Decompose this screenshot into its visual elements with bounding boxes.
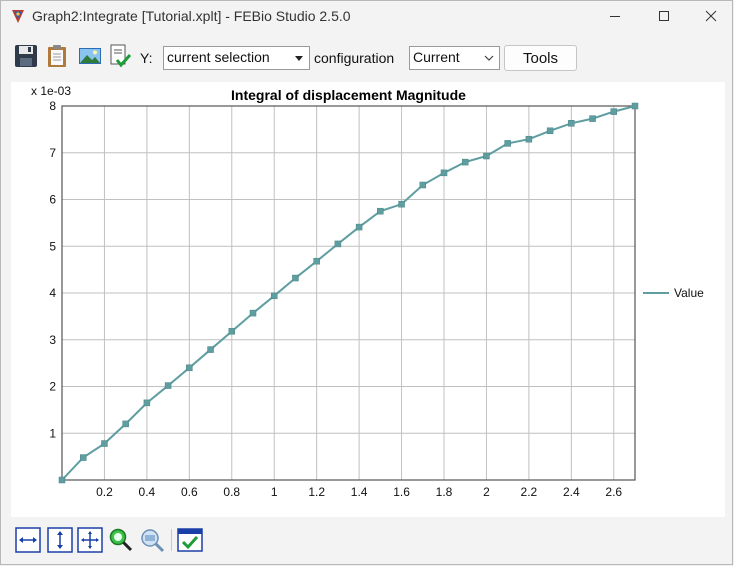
zoom-reset-icon[interactable] bbox=[139, 527, 165, 553]
data-point[interactable] bbox=[589, 115, 596, 122]
data-point[interactable] bbox=[164, 382, 172, 389]
data-point[interactable] bbox=[398, 200, 405, 208]
x-tick-label: 0.4 bbox=[139, 485, 156, 499]
minimize-icon bbox=[610, 16, 620, 17]
x-tick-label: 1.4 bbox=[351, 485, 368, 499]
data-point[interactable] bbox=[504, 140, 511, 147]
x-tick-label: 2.6 bbox=[605, 485, 622, 499]
bottom-toolbar bbox=[1, 525, 732, 557]
y-tick-label: 3 bbox=[49, 333, 56, 347]
x-tick-label: 1.6 bbox=[393, 485, 410, 499]
data-point[interactable] bbox=[355, 223, 363, 231]
fit-height-icon[interactable] bbox=[47, 527, 73, 553]
data-point[interactable] bbox=[143, 399, 151, 407]
data-point[interactable] bbox=[228, 328, 236, 335]
legend-label-value: Value bbox=[674, 286, 704, 300]
x-tick-label: 1.8 bbox=[436, 485, 453, 499]
x-tick-label: 0.2 bbox=[96, 485, 113, 499]
data-point[interactable] bbox=[292, 274, 299, 282]
y-tick-label: 5 bbox=[49, 239, 56, 253]
graph-toolbar: Y: current selection configuration Curre… bbox=[1, 39, 732, 77]
y-tick-label: 4 bbox=[49, 286, 56, 300]
x-tick-label: 0.8 bbox=[223, 485, 240, 499]
integral-chart[interactable]: 0.2 0.4 0.6 0.8 1 1.2 1.4 1.6 1.8 2 2.2 2.4 2.6 1 2 3 4 5… bbox=[11, 82, 725, 517]
configuration-label: configuration bbox=[314, 50, 395, 66]
data-point[interactable] bbox=[334, 240, 342, 248]
x-tick-label: 1 bbox=[271, 485, 278, 499]
zoom-icon[interactable] bbox=[108, 527, 134, 553]
plot-panel[interactable]: 0.2 0.4 0.6 0.8 1 1.2 1.4 1.6 1.8 2 2.2 2.4 2.6 1 2 3 4 5… bbox=[11, 82, 725, 517]
graph-window: Graph2:Integrate [Tutorial.xplt] - FEBio… bbox=[0, 0, 733, 565]
configuration-select[interactable]: Current bbox=[409, 46, 500, 70]
maximize-button[interactable] bbox=[641, 1, 687, 31]
data-point[interactable] bbox=[79, 454, 87, 461]
data-point[interactable] bbox=[461, 158, 469, 166]
data-point[interactable] bbox=[101, 440, 108, 447]
chart-title: Integral of displacement Magnitude bbox=[231, 87, 466, 103]
x-tick-label: 2 bbox=[483, 485, 490, 499]
x-tick-label: 2.4 bbox=[563, 485, 580, 499]
data-point[interactable] bbox=[610, 108, 618, 115]
data-point[interactable] bbox=[313, 257, 320, 265]
y-label: Y: bbox=[140, 50, 153, 66]
y-tick-label: 1 bbox=[49, 426, 56, 440]
tools-button[interactable]: Tools bbox=[504, 45, 577, 71]
data-point[interactable] bbox=[568, 120, 575, 127]
close-icon bbox=[705, 10, 717, 22]
y-tick-label: 2 bbox=[49, 380, 56, 394]
data-point[interactable] bbox=[58, 476, 66, 484]
clipboard-icon[interactable] bbox=[46, 44, 70, 68]
settings-check-icon[interactable] bbox=[177, 527, 203, 553]
document-check-icon[interactable] bbox=[108, 44, 132, 68]
y-data-select-value: current selection bbox=[167, 49, 270, 65]
configuration-select-value: Current bbox=[413, 49, 460, 65]
dropdown-arrow-icon bbox=[295, 56, 303, 61]
save-icon[interactable] bbox=[14, 44, 38, 68]
data-point[interactable] bbox=[631, 102, 639, 110]
febio-app-icon bbox=[12, 10, 24, 23]
title-bar[interactable]: Graph2:Integrate [Tutorial.xplt] - FEBio… bbox=[1, 1, 732, 33]
y-tick-label: 8 bbox=[49, 99, 56, 113]
y-multiplier-label: x 1e-03 bbox=[31, 84, 71, 98]
data-point[interactable] bbox=[270, 292, 278, 300]
x-tick-label: 1.2 bbox=[308, 485, 325, 499]
fit-all-icon[interactable] bbox=[77, 527, 103, 553]
minimize-button[interactable] bbox=[592, 1, 638, 31]
data-point[interactable] bbox=[440, 169, 448, 177]
data-point[interactable] bbox=[546, 127, 554, 135]
x-tick-label: 0.6 bbox=[181, 485, 198, 499]
image-icon[interactable] bbox=[78, 44, 102, 68]
fit-width-icon[interactable] bbox=[15, 527, 41, 553]
data-point[interactable] bbox=[525, 135, 533, 143]
data-point[interactable] bbox=[419, 181, 427, 189]
data-point[interactable] bbox=[249, 309, 257, 317]
x-tick-label: 2.2 bbox=[521, 485, 538, 499]
window-title: Graph2:Integrate [Tutorial.xplt] - FEBio… bbox=[32, 8, 351, 24]
y-tick-label: 6 bbox=[49, 193, 56, 207]
data-point[interactable] bbox=[483, 152, 490, 160]
y-tick-label: 7 bbox=[49, 146, 56, 160]
chevron-down-icon bbox=[484, 55, 494, 61]
data-point[interactable] bbox=[207, 346, 214, 353]
close-button[interactable] bbox=[688, 1, 734, 31]
data-point[interactable] bbox=[122, 420, 129, 428]
y-data-select[interactable]: current selection bbox=[163, 46, 310, 70]
data-point[interactable] bbox=[186, 364, 193, 372]
toolbar-separator bbox=[171, 529, 172, 551]
data-point[interactable] bbox=[377, 207, 384, 215]
maximize-icon bbox=[659, 11, 669, 21]
